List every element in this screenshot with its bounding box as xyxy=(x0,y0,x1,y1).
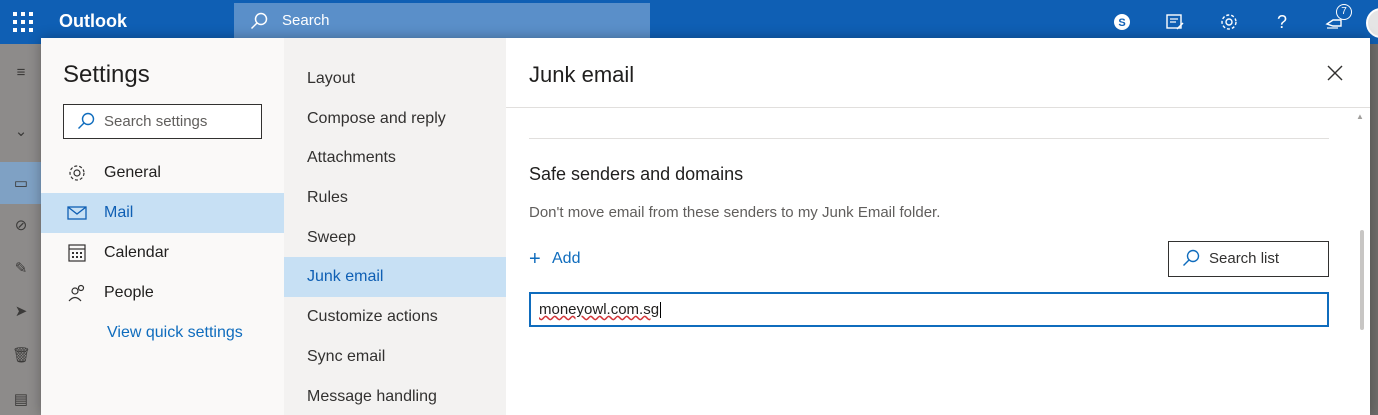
category-label: People xyxy=(104,284,154,301)
chevron-down-icon[interactable]: ⌄ xyxy=(12,122,30,140)
add-sender-button[interactable]: + Add xyxy=(529,248,581,270)
nav-item-customize-actions[interactable]: Customize actions xyxy=(284,297,506,337)
header-divider xyxy=(506,107,1370,108)
help-icon[interactable]: ? xyxy=(1270,10,1294,34)
search-icon xyxy=(1183,249,1200,266)
category-general[interactable]: General xyxy=(41,153,284,193)
scrollbar-thumb[interactable] xyxy=(1360,230,1364,330)
app-launcher-icon[interactable] xyxy=(13,12,33,32)
nav-item-attachments[interactable]: Attachments xyxy=(284,138,506,178)
nav-item-sync-email[interactable]: Sync email xyxy=(284,337,506,377)
search-icon xyxy=(78,112,95,129)
gear-icon[interactable] xyxy=(1217,10,1241,34)
category-label: General xyxy=(104,164,161,181)
svg-text:S: S xyxy=(1118,17,1125,29)
search-icon xyxy=(250,12,268,30)
notification-badge: 7 xyxy=(1336,4,1352,20)
junk-email-panel: Junk email Safe senders and domains Don'… xyxy=(506,38,1370,415)
category-label: Calendar xyxy=(104,244,169,261)
search-box[interactable]: Search xyxy=(234,3,650,39)
search-list-label: Search list xyxy=(1209,250,1280,267)
junk-icon[interactable]: ⊘ xyxy=(12,216,30,234)
safe-sender-value: moneyowl.com.sg xyxy=(539,301,660,318)
view-quick-settings-link[interactable]: View quick settings xyxy=(107,324,243,342)
section-divider xyxy=(529,138,1329,139)
people-icon xyxy=(68,284,85,302)
delete-icon[interactable]: 🗑 xyxy=(12,346,31,364)
avatar[interactable] xyxy=(1366,8,1378,38)
scrollbar[interactable]: ▲ xyxy=(1356,112,1366,415)
section-description: Don't move email from these senders to m… xyxy=(529,204,941,221)
hamburger-icon[interactable]: ≡ xyxy=(12,64,30,82)
my-day-icon[interactable] xyxy=(1163,10,1187,34)
sent-icon[interactable]: ➤ xyxy=(12,302,30,320)
plus-icon: + xyxy=(529,248,541,270)
mail-icon xyxy=(67,206,87,220)
text-caret xyxy=(660,302,662,319)
settings-title: Settings xyxy=(63,61,150,88)
nav-item-junk-email[interactable]: Junk email xyxy=(284,257,506,297)
nav-item-rules[interactable]: Rules xyxy=(284,178,506,218)
close-icon[interactable] xyxy=(1326,64,1344,82)
search-list-button[interactable]: Search list xyxy=(1168,241,1329,277)
left-rail: ≡ ⌄ ▭ ⊘ ✎ ➤ 🗑 ▤ xyxy=(0,44,41,415)
category-mail[interactable]: Mail xyxy=(41,193,284,233)
settings-search-input[interactable]: Search settings xyxy=(63,104,262,139)
drafts-icon[interactable]: ✎ xyxy=(12,259,30,277)
add-label: Add xyxy=(552,250,581,267)
nav-item-message-handling[interactable]: Message handling xyxy=(284,377,506,415)
category-label: Mail xyxy=(104,204,134,221)
settings-search-placeholder: Search settings xyxy=(104,113,208,130)
category-calendar[interactable]: Calendar xyxy=(41,233,284,273)
section-title: Safe senders and domains xyxy=(529,164,744,184)
skype-icon[interactable]: S xyxy=(1110,10,1134,34)
category-people[interactable]: People xyxy=(41,273,284,313)
nav-item-compose-and-reply[interactable]: Compose and reply xyxy=(284,99,506,139)
safe-sender-input[interactable]: moneyowl.com.sg xyxy=(529,292,1329,327)
settings-categories: Settings Search settings General Mail Ca… xyxy=(41,38,284,415)
scroll-up-icon[interactable]: ▲ xyxy=(1356,112,1364,121)
gear-icon xyxy=(69,165,85,181)
calendar-icon xyxy=(68,244,86,262)
nav-item-layout[interactable]: Layout xyxy=(284,59,506,99)
inbox-icon[interactable]: ▭ xyxy=(12,174,30,192)
app-brand[interactable]: Outlook xyxy=(59,11,127,32)
archive-icon[interactable]: ▤ xyxy=(12,390,30,408)
search-placeholder: Search xyxy=(282,12,330,29)
background-reading-pane xyxy=(1370,44,1378,415)
mail-settings-nav: Layout Compose and reply Attachments Rul… xyxy=(284,38,506,415)
panel-title: Junk email xyxy=(529,62,635,87)
nav-item-sweep[interactable]: Sweep xyxy=(284,218,506,258)
settings-dialog: Settings Search settings General Mail Ca… xyxy=(41,38,1370,415)
